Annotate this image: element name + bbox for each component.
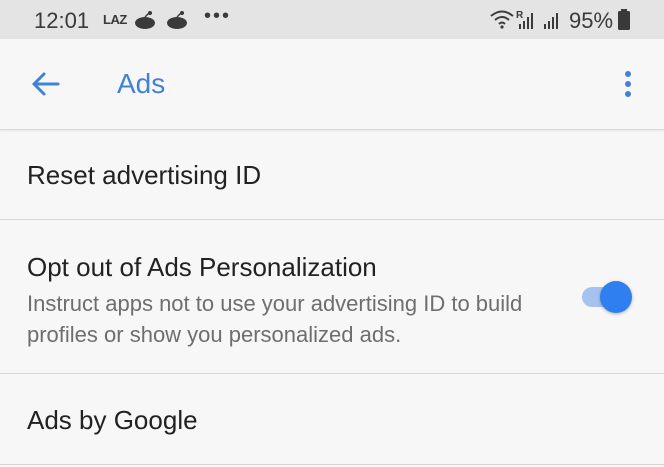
opt-out-ads-personalization-item[interactable]: Opt out of Ads Personalization Instruct … <box>0 220 664 374</box>
carrier-label: LAZ <box>103 12 127 27</box>
reset-advertising-id-item[interactable]: Reset advertising ID <box>0 130 664 220</box>
wifi-icon <box>489 9 515 34</box>
opt-out-summary: Instruct apps not to use your advertisin… <box>27 291 523 347</box>
opt-out-label: Opt out of Ads Personalization <box>27 252 377 282</box>
signal-roaming-icon: R <box>516 9 538 36</box>
more-notifications-icon: ••• <box>204 5 232 27</box>
opt-out-toggle[interactable] <box>580 280 634 313</box>
arrow-back-icon[interactable] <box>30 68 62 100</box>
status-time: 12:01 <box>34 8 90 33</box>
toggle-thumb <box>600 281 632 313</box>
battery-percent: 95% <box>569 8 614 33</box>
svg-text:R: R <box>516 10 524 21</box>
signal-icon <box>542 9 564 36</box>
reddit-notification-icon <box>133 10 157 35</box>
battery-icon <box>617 9 631 36</box>
ads-by-google-item[interactable]: Ads by Google <box>0 374 664 465</box>
status-bar: 12:01 LAZ ••• R 95% <box>0 0 664 39</box>
app-bar: Ads <box>0 39 664 130</box>
page-title: Ads <box>117 68 166 99</box>
reset-advertising-id-label: Reset advertising ID <box>27 160 262 190</box>
reddit-notification-icon-2 <box>165 10 189 35</box>
ads-by-google-label: Ads by Google <box>27 405 198 435</box>
more-vert-icon[interactable] <box>620 68 636 100</box>
